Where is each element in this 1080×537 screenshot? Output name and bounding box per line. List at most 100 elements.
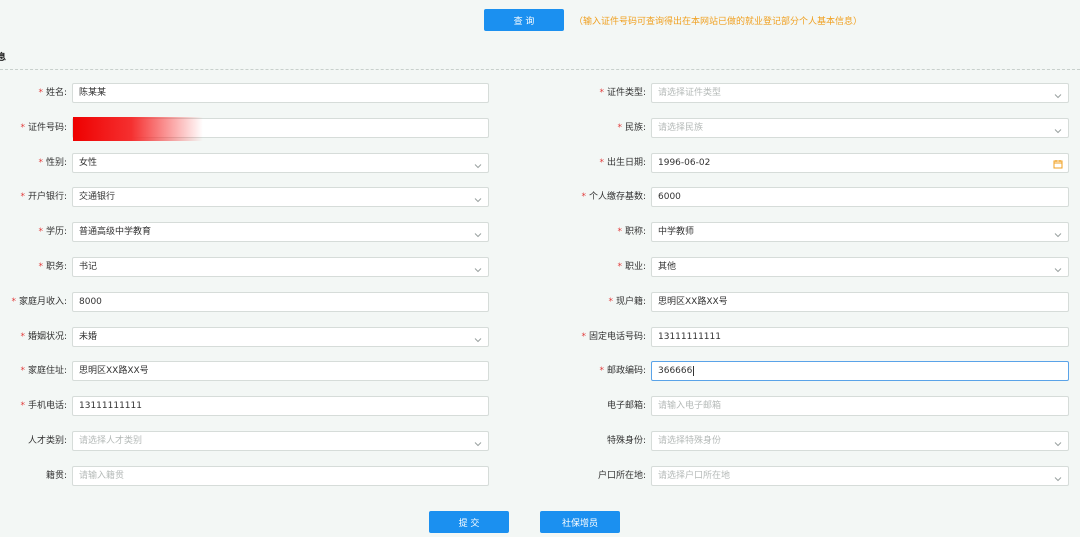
field-value: 1996-06-02: [658, 158, 711, 168]
select-field[interactable]: 请选择民族: [651, 118, 1069, 138]
social-security-add-button[interactable]: 社保增员: [540, 511, 620, 533]
field-label: * 开户银行:: [0, 187, 67, 207]
field-value: 请选择证件类型: [658, 88, 722, 98]
field-value: 请选择民族: [658, 123, 704, 133]
field-label-text: 邮政编码:: [606, 366, 646, 376]
text-input[interactable]: 8000: [72, 292, 489, 312]
select-field[interactable]: 书记: [72, 257, 489, 277]
field-label: 籍贯:: [0, 466, 67, 486]
select-field[interactable]: 其他: [651, 257, 1069, 277]
required-asterisk: *: [20, 123, 25, 133]
field-label-text: 性别:: [45, 158, 67, 168]
required-asterisk: *: [617, 123, 622, 133]
field-label: * 固定电话号码:: [560, 327, 646, 347]
section-divider: [0, 69, 1080, 70]
text-input[interactable]: 13111111111: [72, 396, 489, 416]
chevron-down-icon[interactable]: [474, 263, 482, 273]
field-value: 女性: [79, 158, 98, 168]
field-label: 人才类别:: [0, 431, 67, 451]
chevron-down-icon[interactable]: [474, 159, 482, 169]
field-label-text: 家庭住址:: [27, 366, 67, 376]
field-label-text: 开户银行:: [27, 192, 67, 202]
select-field[interactable]: 请选择特殊身份: [651, 431, 1069, 451]
form-row: 籍贯: 请输入籍贯 户口所在地: 请选择户口所在地: [0, 466, 1080, 486]
field-label-text: 证件号码:: [27, 123, 67, 133]
date-field[interactable]: 1996-06-02: [651, 153, 1069, 173]
field-label: * 职称:: [560, 222, 646, 242]
field-value: 请选择人才类别: [79, 436, 143, 446]
select-field[interactable]: 普通高级中学教育: [72, 222, 489, 242]
field-value: 请选择户口所在地: [658, 471, 731, 481]
submit-button[interactable]: 提 交: [429, 511, 509, 533]
field-label: * 现户籍:: [560, 292, 646, 312]
field-label-text: 婚姻状况:: [27, 332, 67, 342]
field-label-text: 姓名:: [45, 88, 67, 98]
chevron-down-icon[interactable]: [1054, 437, 1062, 447]
select-field[interactable]: 请选择户口所在地: [651, 466, 1069, 486]
select-field[interactable]: 女性: [72, 153, 489, 173]
field-value: 陈某某: [79, 88, 107, 98]
redaction-mark: [73, 117, 203, 141]
select-field[interactable]: 请选择人才类别: [72, 431, 489, 451]
select-field[interactable]: 请选择证件类型: [651, 83, 1069, 103]
select-field[interactable]: 交通银行: [72, 187, 489, 207]
field-value: 请输入电子邮箱: [658, 401, 722, 411]
chevron-down-icon[interactable]: [1054, 472, 1062, 482]
field-label: * 家庭住址:: [0, 361, 67, 381]
required-asterisk: *: [20, 366, 25, 376]
form-row: * 家庭月收入: 8000 * 现户籍: 思明区XX路XX号: [0, 292, 1080, 312]
chevron-down-icon[interactable]: [474, 437, 482, 447]
text-input[interactable]: 思明区XX路XX号: [651, 292, 1069, 312]
select-field[interactable]: 未婚: [72, 327, 489, 347]
field-value: 6000: [658, 192, 681, 202]
text-input[interactable]: 6000: [651, 187, 1069, 207]
field-label: * 证件号码:: [0, 118, 67, 138]
text-input[interactable]: 陈某某: [72, 83, 489, 103]
query-hint: （输入证件号码可查询得出在本网站已做的就业登记部分个人基本信息）: [574, 16, 863, 27]
field-value: 请选择特殊身份: [658, 436, 722, 446]
query-bar: 查 询 （输入证件号码可查询得出在本网站已做的就业登记部分个人基本信息）: [484, 9, 862, 31]
chevron-down-icon[interactable]: [1054, 124, 1062, 134]
text-input[interactable]: 366666: [651, 361, 1069, 381]
field-label: * 民族:: [560, 118, 646, 138]
chevron-down-icon[interactable]: [1054, 263, 1062, 273]
chevron-down-icon[interactable]: [474, 228, 482, 238]
field-label: 电子邮箱:: [560, 396, 646, 416]
chevron-down-icon[interactable]: [474, 193, 482, 203]
chevron-down-icon[interactable]: [474, 333, 482, 343]
chevron-down-icon[interactable]: [1054, 89, 1062, 99]
required-asterisk: *: [599, 88, 604, 98]
field-label-text: 个人缴存基数:: [588, 192, 646, 202]
query-button[interactable]: 查 询: [484, 9, 564, 31]
field-value: 未婚: [79, 332, 98, 342]
form-row: * 家庭住址: 思明区XX路XX号 * 邮政编码: 366666: [0, 361, 1080, 381]
field-value: 书记: [79, 262, 98, 272]
required-asterisk: *: [20, 192, 25, 202]
required-asterisk: *: [617, 262, 622, 272]
chevron-down-icon[interactable]: [1054, 228, 1062, 238]
form-row: * 婚姻状况: 未婚 * 固定电话号码: 13111111111: [0, 327, 1080, 347]
field-value: 思明区XX路XX号: [79, 366, 149, 376]
field-label: * 职业:: [560, 257, 646, 277]
required-asterisk: *: [38, 158, 43, 168]
field-value: 其他: [658, 262, 677, 272]
form-row: * 证件号码: * 民族: 请选择民族: [0, 117, 1080, 141]
field-value: 普通高级中学教育: [79, 227, 152, 237]
text-input[interactable]: 请输入籍贯: [72, 466, 489, 486]
select-field[interactable]: 中学教师: [651, 222, 1069, 242]
field-value: 8000: [79, 297, 102, 307]
required-asterisk: *: [599, 366, 604, 376]
text-input[interactable]: [72, 117, 489, 141]
field-value: 366666: [658, 366, 693, 376]
text-input[interactable]: 思明区XX路XX号: [72, 361, 489, 381]
calendar-icon[interactable]: [1053, 158, 1063, 169]
field-label-text: 手机电话:: [27, 401, 67, 411]
form-row: * 开户银行: 交通银行 * 个人缴存基数: 6000: [0, 187, 1080, 207]
field-label-text: 固定电话号码:: [588, 332, 646, 342]
field-label-text: 证件类型:: [606, 88, 646, 98]
field-label-text: 职务:: [45, 262, 67, 272]
field-label-text: 出生日期:: [606, 158, 646, 168]
text-input[interactable]: 13111111111: [651, 327, 1069, 347]
text-input[interactable]: 请输入电子邮箱: [651, 396, 1069, 416]
field-label-text: 现户籍:: [615, 297, 646, 307]
